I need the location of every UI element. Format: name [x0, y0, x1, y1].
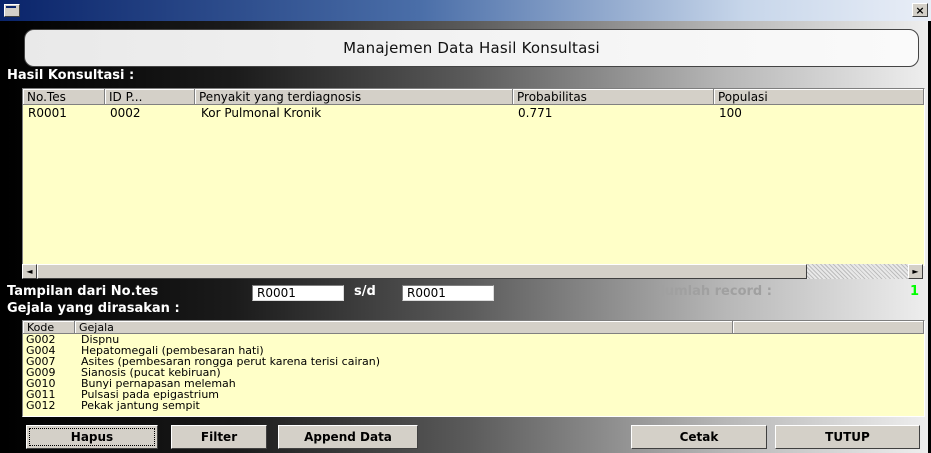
column-header-probabilitas[interactable]: Probabilitas [513, 89, 714, 105]
jumlah-record-label: Jumlah record : [660, 284, 772, 299]
tampilan-label: Tampilan dari No.tes [7, 284, 159, 299]
table-cell-penyakit[interactable]: Kor Pulmonal Kronik [201, 106, 321, 120]
column-header-id-pasien[interactable]: ID P... [105, 89, 195, 105]
hasil-konsultasi-list[interactable]: No.Tes ID P... Penyakit yang terdiagnosi… [22, 88, 925, 266]
close-icon[interactable]: × [912, 3, 928, 17]
column-header-no-tes[interactable]: No.Tes [23, 89, 105, 105]
table-cell-no-tes[interactable]: R0001 [28, 106, 67, 120]
cetak-button[interactable]: Cetak [631, 425, 767, 449]
filter-button[interactable]: Filter [171, 425, 267, 449]
gejala-list[interactable]: Kode Gejala G002 Dispnu G004 Hepatomegal… [22, 320, 925, 417]
page-title-text: Manajemen Data Hasil Konsultasi [343, 39, 600, 57]
list-item-kode[interactable]: G012 [26, 400, 56, 411]
page-title: Manajemen Data Hasil Konsultasi [24, 29, 919, 67]
gejala-label: Gejala yang dirasakan : [7, 301, 180, 316]
list-item-gejala[interactable]: Pekak jantung sempit [81, 400, 200, 411]
client-area: Manajemen Data Hasil Konsultasi Hasil Ko… [4, 21, 928, 453]
column-header-gejala[interactable]: Gejala [75, 321, 733, 334]
column-header-penyakit[interactable]: Penyakit yang terdiagnosis [195, 89, 513, 105]
title-bar[interactable]: × [0, 0, 931, 21]
hapus-button[interactable]: Hapus [26, 425, 158, 449]
scrollbar-thumb[interactable] [37, 264, 807, 279]
scroll-left-arrow-icon[interactable]: ◄ [22, 264, 37, 279]
table-cell-id-pasien[interactable]: 0002 [110, 106, 141, 120]
app-window-icon[interactable] [4, 4, 20, 17]
column-header-populasi[interactable]: Populasi [714, 89, 924, 105]
horizontal-scrollbar[interactable]: ◄ ► [22, 264, 923, 279]
sd-label: s/d [354, 284, 376, 299]
table-cell-probabilitas[interactable]: 0.771 [518, 106, 552, 120]
scroll-right-arrow-icon[interactable]: ► [908, 264, 923, 279]
tutup-button[interactable]: TUTUP [775, 425, 920, 449]
column-header-empty[interactable] [733, 321, 924, 334]
no-tes-to-input[interactable]: R0001 [402, 285, 494, 301]
jumlah-record-value: 1 [910, 284, 920, 299]
no-tes-from-input[interactable]: R0001 [252, 285, 344, 301]
append-data-button[interactable]: Append Data [278, 425, 418, 449]
app-window: × Manajemen Data Hasil Konsultasi Hasil … [0, 0, 931, 453]
hasil-konsultasi-label: Hasil Konsultasi : [7, 68, 135, 83]
table-cell-populasi[interactable]: 100 [719, 106, 742, 120]
